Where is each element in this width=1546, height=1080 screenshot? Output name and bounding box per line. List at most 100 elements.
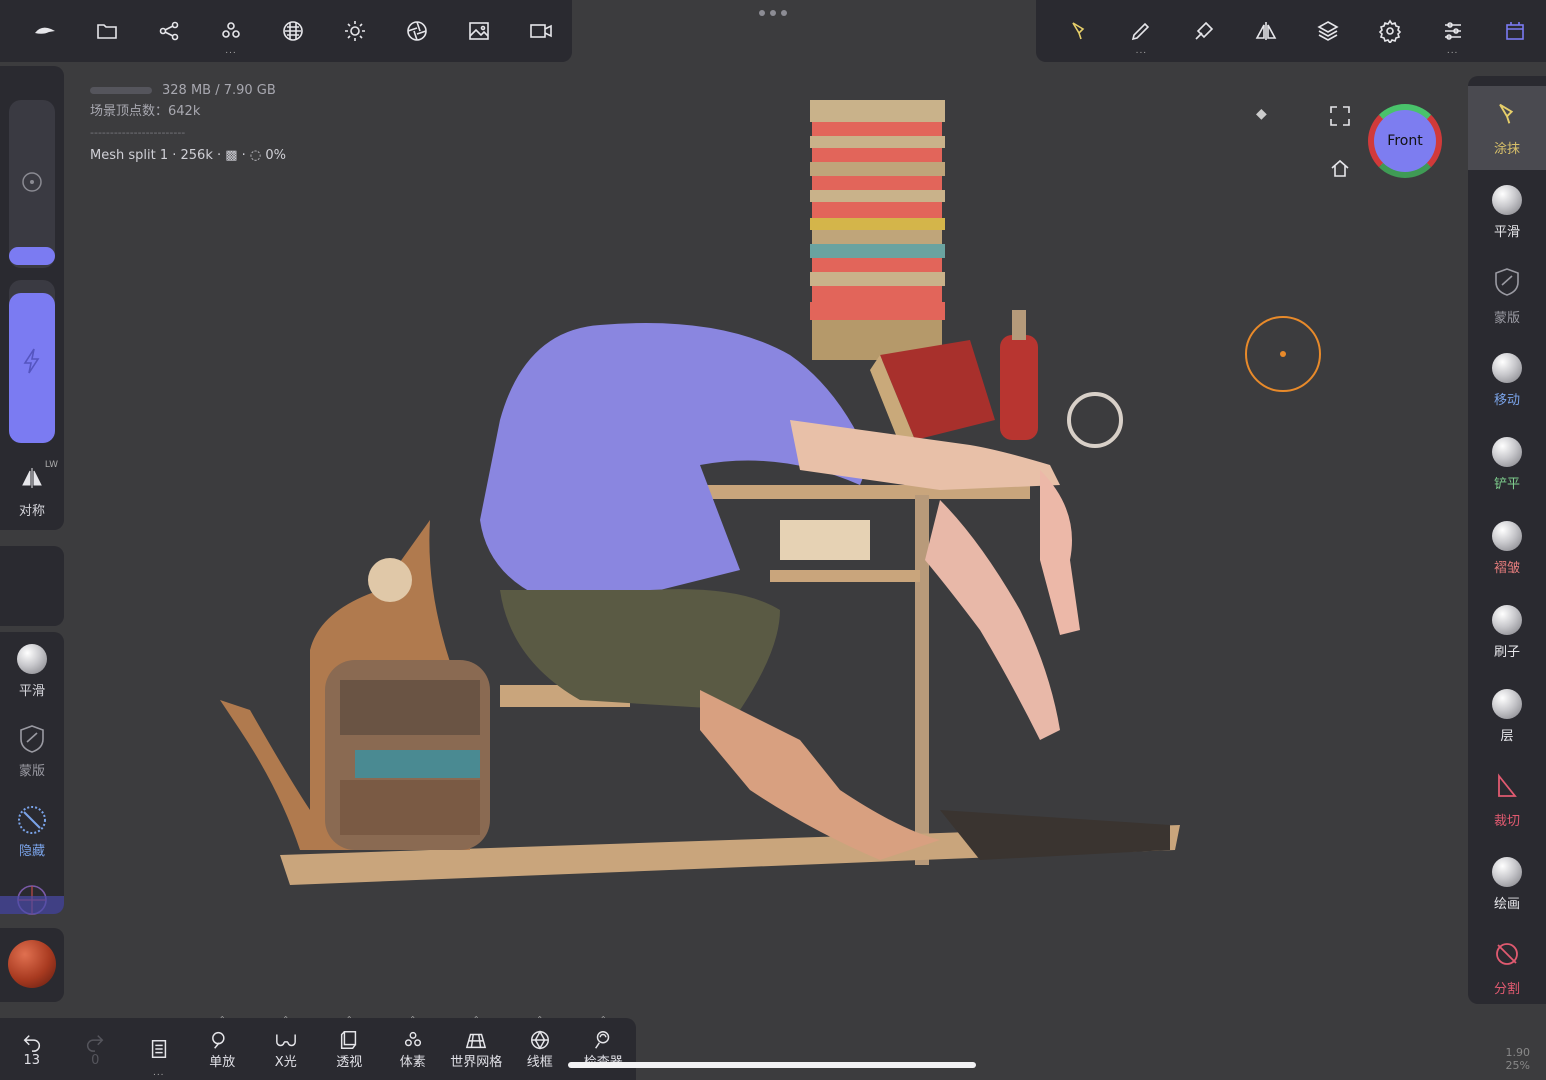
redo-icon bbox=[87, 1034, 104, 1052]
corner-stats: 1.90 25% bbox=[1506, 1046, 1531, 1072]
more-grip-icon[interactable] bbox=[758, 10, 788, 20]
crease-ball-icon bbox=[1492, 520, 1522, 551]
memory-usage: 328 MB / 7.90 GB bbox=[90, 80, 286, 101]
layer-ball-icon bbox=[1492, 688, 1522, 719]
right-tool-label: 层 bbox=[1500, 728, 1514, 744]
right-tool-label: 分割 bbox=[1493, 981, 1520, 997]
right-tool-paint-tool[interactable]: 涂抹 bbox=[1468, 86, 1546, 170]
brush-ball-icon bbox=[1492, 604, 1522, 635]
right-tool-split[interactable]: 分割 bbox=[1468, 926, 1546, 1010]
scene-icon[interactable]: ... bbox=[200, 0, 262, 62]
symmetry-icon[interactable] bbox=[1235, 0, 1297, 62]
trim-icon bbox=[1493, 772, 1521, 804]
mask-shield-icon bbox=[1493, 267, 1521, 301]
right-tool-mask-shield[interactable]: 蒙版 bbox=[1468, 254, 1546, 338]
right-tool-trim[interactable]: 裁切 bbox=[1468, 758, 1546, 842]
bottom-item-perspective[interactable]: ⌃ 透视 bbox=[318, 1015, 382, 1080]
redo-count: 0 bbox=[91, 1052, 100, 1068]
right-tool-move-ball[interactable]: 移动 bbox=[1468, 338, 1546, 422]
video-icon[interactable] bbox=[510, 0, 572, 62]
settings-icon[interactable] bbox=[1359, 0, 1421, 62]
interface-icon[interactable] bbox=[1484, 0, 1546, 62]
bottom-item-wireframe[interactable]: ⌃ 线框 bbox=[508, 1015, 572, 1080]
notes-icon bbox=[151, 1040, 166, 1058]
smooth-label: 平滑 bbox=[18, 684, 45, 699]
corner-line2: 25% bbox=[1505, 1059, 1530, 1072]
caret-icon: ⌃ bbox=[282, 1015, 290, 1024]
grid-icon bbox=[466, 1033, 487, 1048]
right-tool-label: 移动 bbox=[1493, 392, 1520, 408]
right-tool-label: 蒙版 bbox=[1493, 310, 1520, 326]
caret-icon: ⌃ bbox=[599, 1015, 607, 1024]
split-icon bbox=[1493, 940, 1521, 972]
picker-icon[interactable] bbox=[1173, 0, 1235, 62]
brush-cursor bbox=[1245, 316, 1321, 392]
divider: ------------------------ bbox=[90, 126, 186, 139]
move-ball-icon bbox=[1492, 352, 1522, 383]
bottom-items: ⌃ 单放 ⌃ X光 ⌃ 透视 ⌃ 体素 ⌃ 世界网格 ⌃ 线框 ⌃检查器 bbox=[191, 1015, 636, 1080]
image-icon[interactable] bbox=[448, 0, 510, 62]
material-icon[interactable] bbox=[262, 0, 324, 62]
inspector-icon bbox=[595, 1030, 610, 1049]
sliders-icon[interactable]: ... bbox=[1422, 0, 1484, 62]
caret-icon: ⌃ bbox=[536, 1015, 544, 1024]
radius-slider-knob[interactable] bbox=[9, 247, 55, 265]
right-tool-label: 涂抹 bbox=[1493, 141, 1520, 157]
symmetry-label: 对称 bbox=[18, 504, 45, 519]
perspective-icon bbox=[341, 1030, 357, 1049]
hide-label: 隐藏 bbox=[18, 844, 45, 859]
symmetry-sub-label: LW bbox=[44, 460, 58, 470]
fullscreen-icon[interactable] bbox=[1330, 106, 1350, 126]
bottom-item-glasses[interactable]: ⌃ X光 bbox=[254, 1015, 318, 1080]
smooth-tool[interactable]: 平滑 bbox=[0, 644, 64, 699]
bottom-item-label: 透视 bbox=[336, 1054, 363, 1070]
right-tool-layer-ball[interactable]: 层 bbox=[1468, 674, 1546, 758]
right-tool-label: 褶皱 bbox=[1493, 560, 1520, 576]
notes-button[interactable]: ... bbox=[127, 1018, 191, 1080]
bottom-item-label: 体素 bbox=[399, 1054, 426, 1070]
share-icon[interactable] bbox=[138, 0, 200, 62]
right-tool-crease-ball[interactable]: 褶皱 bbox=[1468, 506, 1546, 590]
material-sphere-icon[interactable] bbox=[8, 940, 56, 988]
symmetry-toggle[interactable]: LW 对称 bbox=[0, 460, 64, 519]
wireframe-icon bbox=[530, 1029, 549, 1050]
bottom-item-voxel[interactable]: ⌃ 体素 bbox=[381, 1015, 445, 1080]
bottom-item-grid[interactable]: ⌃ 世界网格 bbox=[445, 1015, 509, 1080]
paint-tool-icon bbox=[1493, 100, 1521, 132]
person-figure bbox=[480, 323, 1080, 860]
right-tool-smooth-ball[interactable]: 平滑 bbox=[1468, 170, 1546, 254]
paint-tool-icon[interactable] bbox=[1048, 0, 1110, 62]
right-tool-brush-ball[interactable]: 刷子 bbox=[1468, 590, 1546, 674]
light-icon[interactable] bbox=[324, 0, 386, 62]
symmetry-icon bbox=[22, 468, 42, 488]
top-left-toolbar: ... bbox=[0, 0, 572, 62]
book-stack bbox=[810, 100, 945, 360]
hide-tool[interactable]: 隐藏 bbox=[0, 804, 64, 859]
mask-label: 蒙版 bbox=[18, 764, 45, 779]
undo-button[interactable]: 13 bbox=[0, 1018, 64, 1080]
home-icon[interactable] bbox=[1330, 158, 1350, 178]
flatten-ball-icon bbox=[1492, 436, 1522, 467]
right-tool-flatten-ball[interactable]: 铲平 bbox=[1468, 422, 1546, 506]
camera-aperture-icon[interactable] bbox=[386, 0, 448, 62]
folder-icon[interactable] bbox=[76, 0, 138, 62]
cursor-icon: ◆ bbox=[1256, 106, 1267, 122]
bottom-item-label: 世界网格 bbox=[450, 1054, 503, 1070]
navigation-cube[interactable]: Front bbox=[1368, 104, 1442, 178]
viewport-model[interactable] bbox=[180, 90, 1190, 900]
layers-icon[interactable] bbox=[1297, 0, 1359, 62]
mask-tool[interactable]: 蒙版 bbox=[0, 724, 64, 779]
right-tool-paint-ball[interactable]: 绘画 bbox=[1468, 842, 1546, 926]
bottom-item-inspector[interactable]: ⌃检查器 bbox=[572, 1015, 636, 1080]
caret-icon: ⌃ bbox=[409, 1015, 417, 1024]
mask-shield-icon bbox=[20, 725, 44, 753]
brush-icon[interactable]: ... bbox=[1110, 0, 1172, 62]
bottom-toolbar: 13 0 ... ⌃ 单放 ⌃ X光 ⌃ 透视 ⌃ 体素 ⌃ 世界网格 ⌃ 线框 ⌃检查器 bbox=[0, 1015, 636, 1080]
redo-button[interactable]: 0 bbox=[64, 1018, 128, 1080]
undo-count: 13 bbox=[23, 1052, 41, 1068]
bottom-item-search[interactable]: ⌃ 单放 bbox=[191, 1015, 255, 1080]
left-tools-panel-accent bbox=[0, 896, 64, 914]
stats-overlay: 328 MB / 7.90 GB 场景顶点数：642k ------------… bbox=[90, 80, 286, 166]
mesh-info[interactable]: Mesh split 1 · 256k · ▩ · ◌ 0% bbox=[90, 145, 286, 166]
logo-icon[interactable] bbox=[14, 0, 76, 62]
